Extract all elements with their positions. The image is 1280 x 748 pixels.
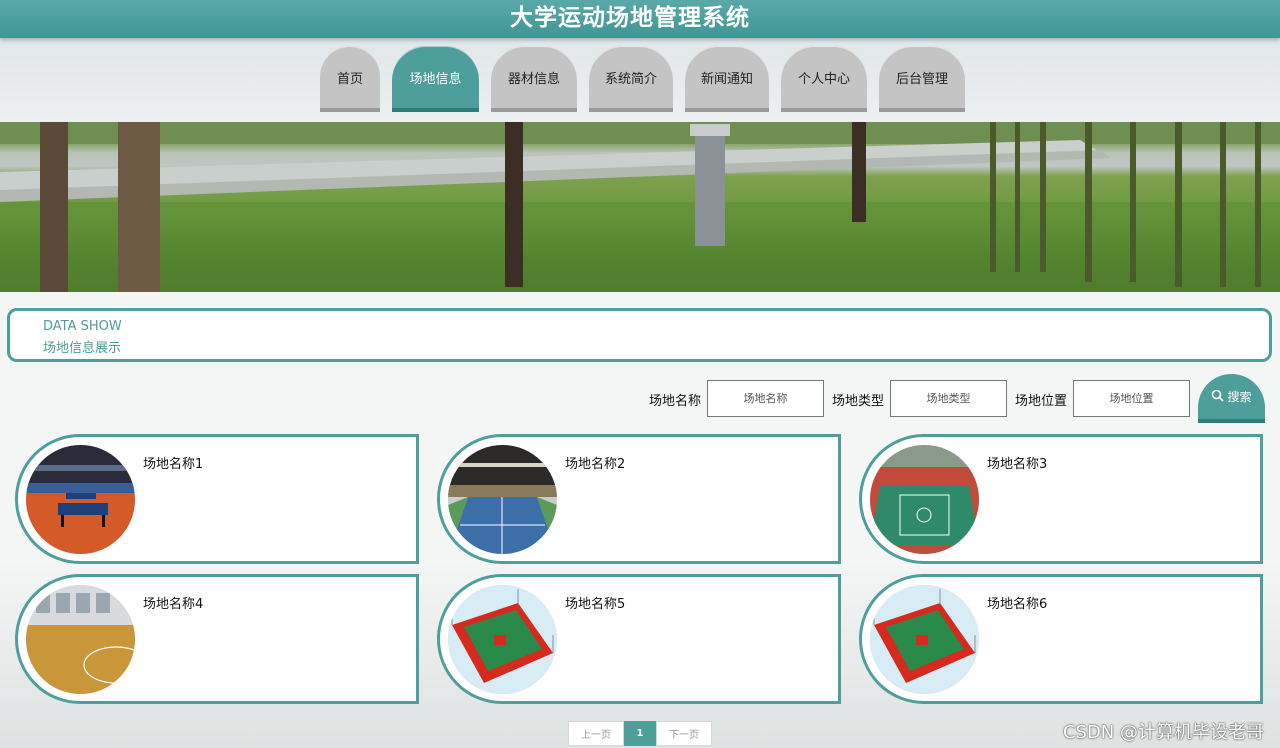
venue-name: 场地名称5 (565, 597, 626, 612)
venue-name-label: 场地名称 (649, 394, 702, 409)
next-page-button[interactable]: 下一页 (656, 721, 712, 746)
venue-card[interactable]: 场地名称5 (437, 574, 841, 704)
venue-card[interactable]: 场地名称4 (15, 574, 419, 704)
section-header: DATA SHOW 场地信息展示 (7, 308, 1272, 362)
venue-card[interactable]: 场地名称6 (859, 574, 1263, 704)
venue-name: 场地名称6 (987, 597, 1048, 612)
nav-item-personal-center[interactable]: 个人中心 (781, 46, 867, 112)
nav-item-home[interactable]: 首页 (320, 46, 380, 112)
pagination: 上一页 1 下一页 (568, 721, 712, 746)
section-title-cn: 场地信息展示 (43, 341, 122, 356)
nav-item-admin[interactable]: 后台管理 (879, 46, 965, 112)
search-icon (1211, 389, 1225, 405)
section-title-en: DATA SHOW (43, 319, 122, 334)
search-button-label: 搜索 (1227, 390, 1252, 404)
venue-image-basketball-court (26, 585, 135, 694)
csdn-watermark: CSDN @计算机毕设老哥 (1062, 722, 1264, 743)
venue-card[interactable]: 场地名称3 (859, 434, 1263, 564)
venue-image-table-tennis (26, 445, 135, 554)
venue-image-badminton (448, 445, 557, 554)
venue-location-label: 场地位置 (1015, 394, 1068, 409)
venue-image-red-green-court (448, 585, 557, 694)
venue-location-input[interactable] (1073, 380, 1190, 417)
venue-name: 场地名称3 (987, 457, 1048, 472)
site-title: 大学运动场地管理系统 (510, 5, 750, 31)
current-page-button[interactable]: 1 (624, 721, 656, 746)
venue-type-input[interactable] (890, 380, 1007, 417)
venue-image-red-green-court (870, 585, 979, 694)
venue-type-label: 场地类型 (832, 394, 885, 409)
search-button[interactable]: 搜索 (1198, 374, 1265, 423)
nav-item-news[interactable]: 新闻通知 (685, 46, 769, 112)
venue-name: 场地名称1 (143, 457, 204, 472)
site-header: 大学运动场地管理系统 (0, 0, 1280, 38)
venue-name: 场地名称4 (143, 597, 204, 612)
venue-image-outdoor-court (870, 445, 979, 554)
nav-list: 首页 场地信息 器材信息 系统简介 新闻通知 个人中心 后台管理 (320, 46, 965, 112)
prev-page-button[interactable]: 上一页 (568, 721, 624, 746)
nav-item-system-intro[interactable]: 系统简介 (589, 46, 673, 112)
venue-card[interactable]: 场地名称2 (437, 434, 841, 564)
venue-name-input[interactable] (707, 380, 824, 417)
nav-item-venue-info[interactable]: 场地信息 (392, 46, 479, 112)
venue-card[interactable]: 场地名称1 (15, 434, 419, 564)
nav-bar: 首页 场地信息 器材信息 系统简介 新闻通知 个人中心 后台管理 (0, 38, 1280, 122)
nav-item-equipment-info[interactable]: 器材信息 (491, 46, 577, 112)
banner-image (0, 122, 1280, 292)
venue-name: 场地名称2 (565, 457, 626, 472)
